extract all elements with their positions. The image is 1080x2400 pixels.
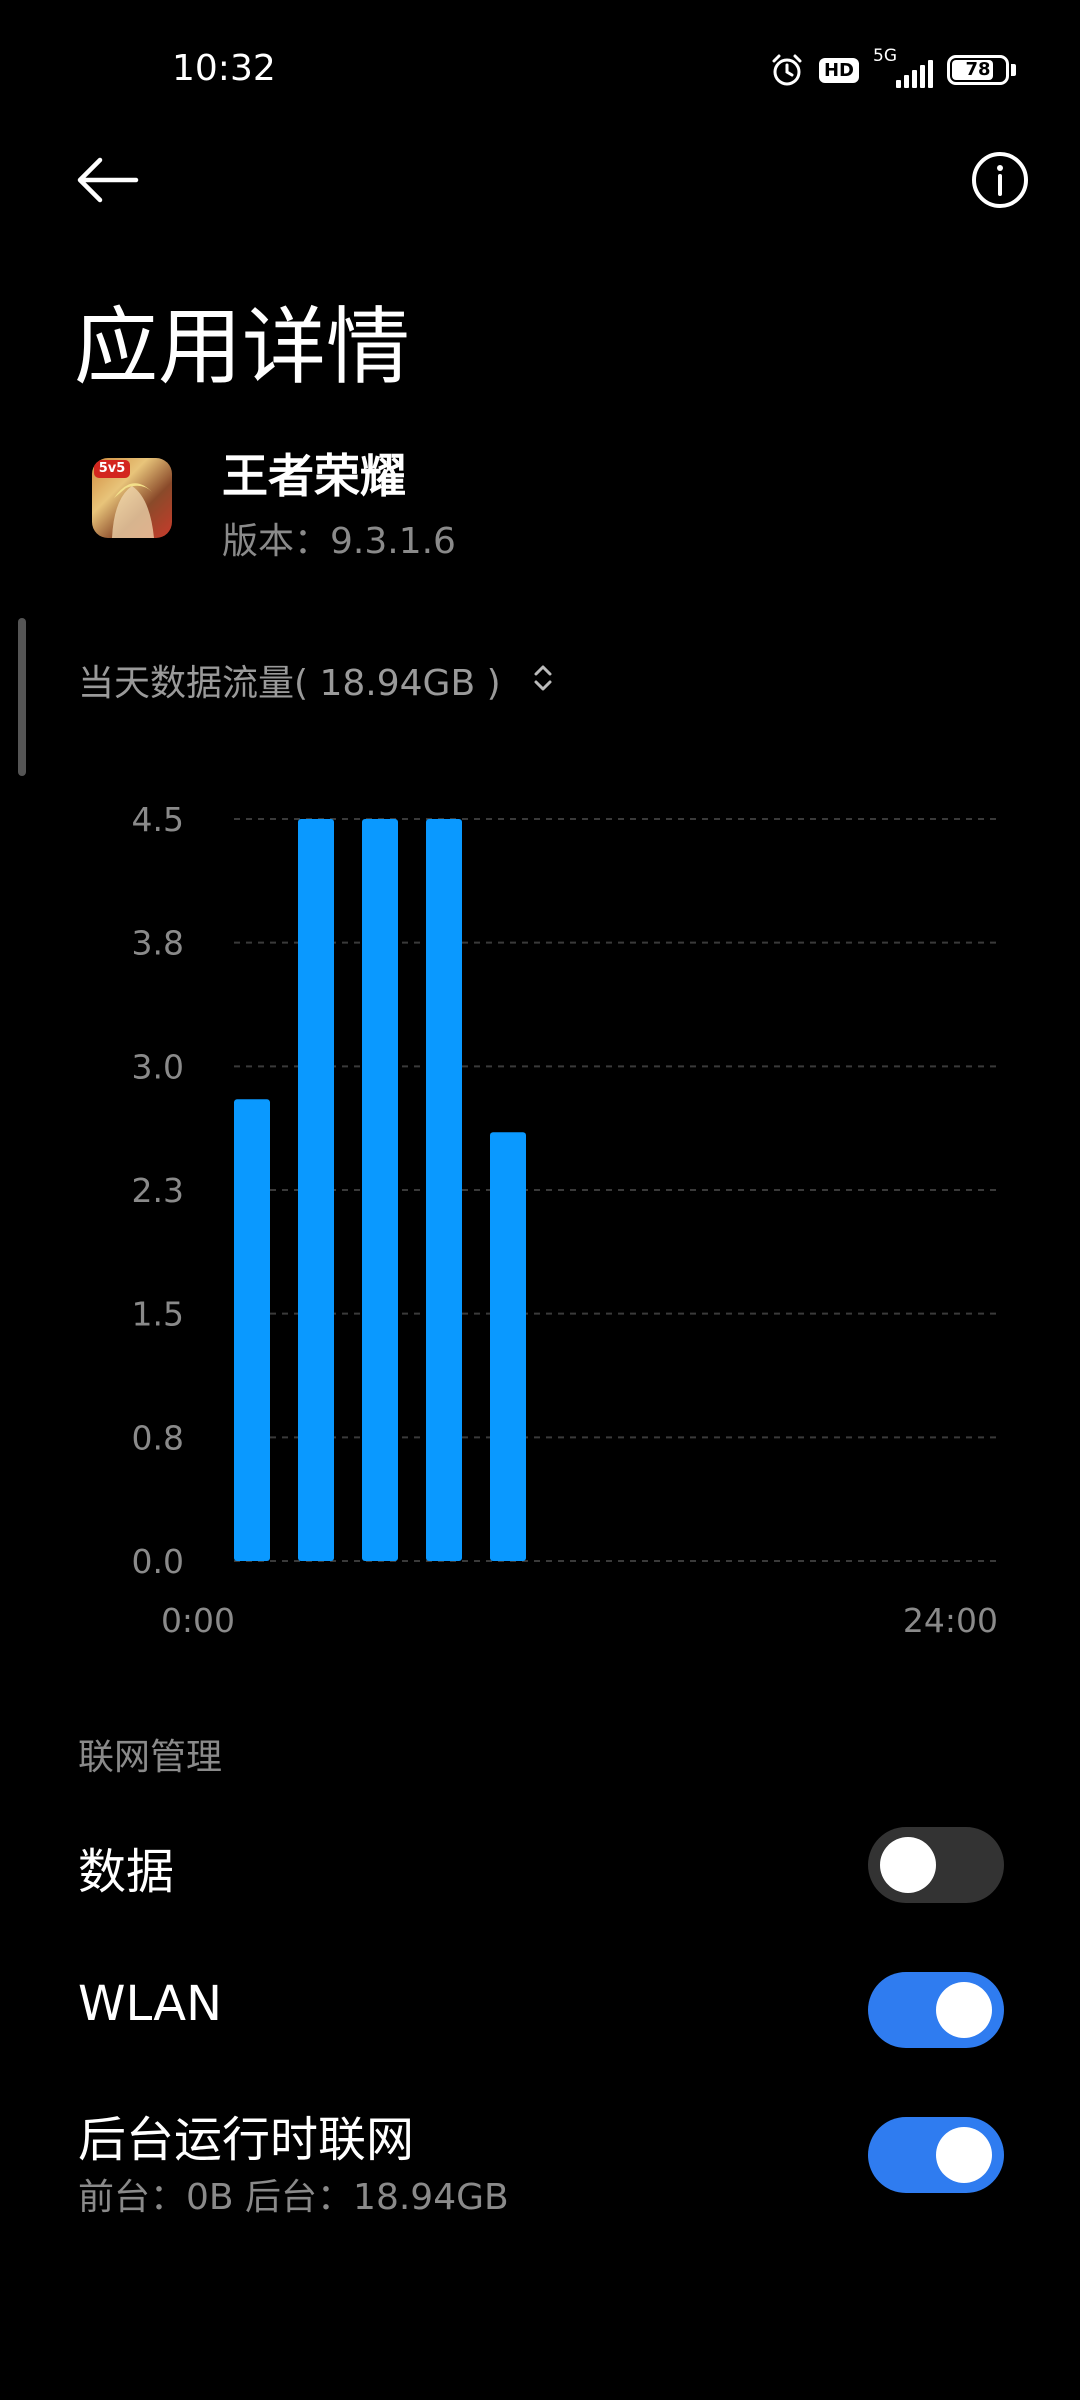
battery-tip: [1011, 64, 1016, 76]
app-name: 王者荣耀: [222, 449, 406, 503]
y-tick-label: 0.0: [132, 1542, 184, 1581]
y-tick-label: 2.3: [132, 1171, 184, 1210]
expand-collapse-icon[interactable]: [528, 660, 558, 696]
row-sub-background: 前台：0B 后台：18.94GB: [78, 2177, 509, 2218]
chart-bar: [426, 819, 462, 1561]
info-button[interactable]: [970, 150, 1030, 210]
info-icon: [972, 152, 1028, 208]
chart-bar: [234, 1099, 270, 1561]
status-icons: HD 5G 78: [769, 46, 1016, 90]
background-network-toggle[interactable]: [868, 2117, 1004, 2193]
traffic-chart: 4.5 3.8 3.0 2.3 1.5 0.8 0.0 0:00 24:00: [132, 800, 1000, 1640]
section-label-network: 联网管理: [78, 1737, 223, 1778]
page-title: 应用详情: [74, 298, 411, 396]
battery-icon: 78: [947, 55, 1009, 85]
row-label-wlan: WLAN: [78, 1976, 223, 2032]
chart-bar: [490, 1132, 526, 1561]
x-tick-label: 0:00: [161, 1601, 235, 1640]
wlan-toggle[interactable]: [868, 1972, 1004, 2048]
back-arrow-icon: [77, 157, 139, 203]
y-tick-label: 3.8: [132, 924, 184, 963]
toggle-knob: [936, 1982, 992, 2038]
app-version: 版本：9.3.1.6: [222, 521, 456, 562]
traffic-label: 当天数据流量( 18.94GB ): [78, 663, 501, 704]
hd-icon: HD: [818, 57, 859, 83]
app-icon: 5v5: [92, 458, 172, 538]
toggle-knob: [880, 1837, 936, 1893]
row-label-data: 数据: [78, 1844, 175, 1900]
chart-bar: [298, 819, 334, 1561]
scroll-indicator[interactable]: [18, 618, 26, 776]
network-type: 5G: [873, 46, 897, 66]
x-tick-label: 24:00: [903, 1601, 998, 1640]
status-time: 10:32: [172, 48, 276, 89]
toggle-knob: [936, 2127, 992, 2183]
y-tick-label: 0.8: [132, 1418, 184, 1457]
row-label-background: 后台运行时联网: [78, 2112, 415, 2168]
y-tick-label: 4.5: [132, 800, 184, 839]
y-tick-label: 3.0: [132, 1047, 184, 1086]
data-toggle[interactable]: [868, 1827, 1004, 1903]
signal-icon: 5G: [873, 46, 933, 90]
y-tick-label: 1.5: [132, 1295, 184, 1334]
back-button[interactable]: [70, 150, 150, 210]
alarm-icon: [772, 54, 802, 86]
traffic-period-selector[interactable]: 当天数据流量( 18.94GB ): [78, 654, 501, 706]
battery-level: 78: [965, 59, 991, 80]
chart-bar: [362, 819, 398, 1561]
